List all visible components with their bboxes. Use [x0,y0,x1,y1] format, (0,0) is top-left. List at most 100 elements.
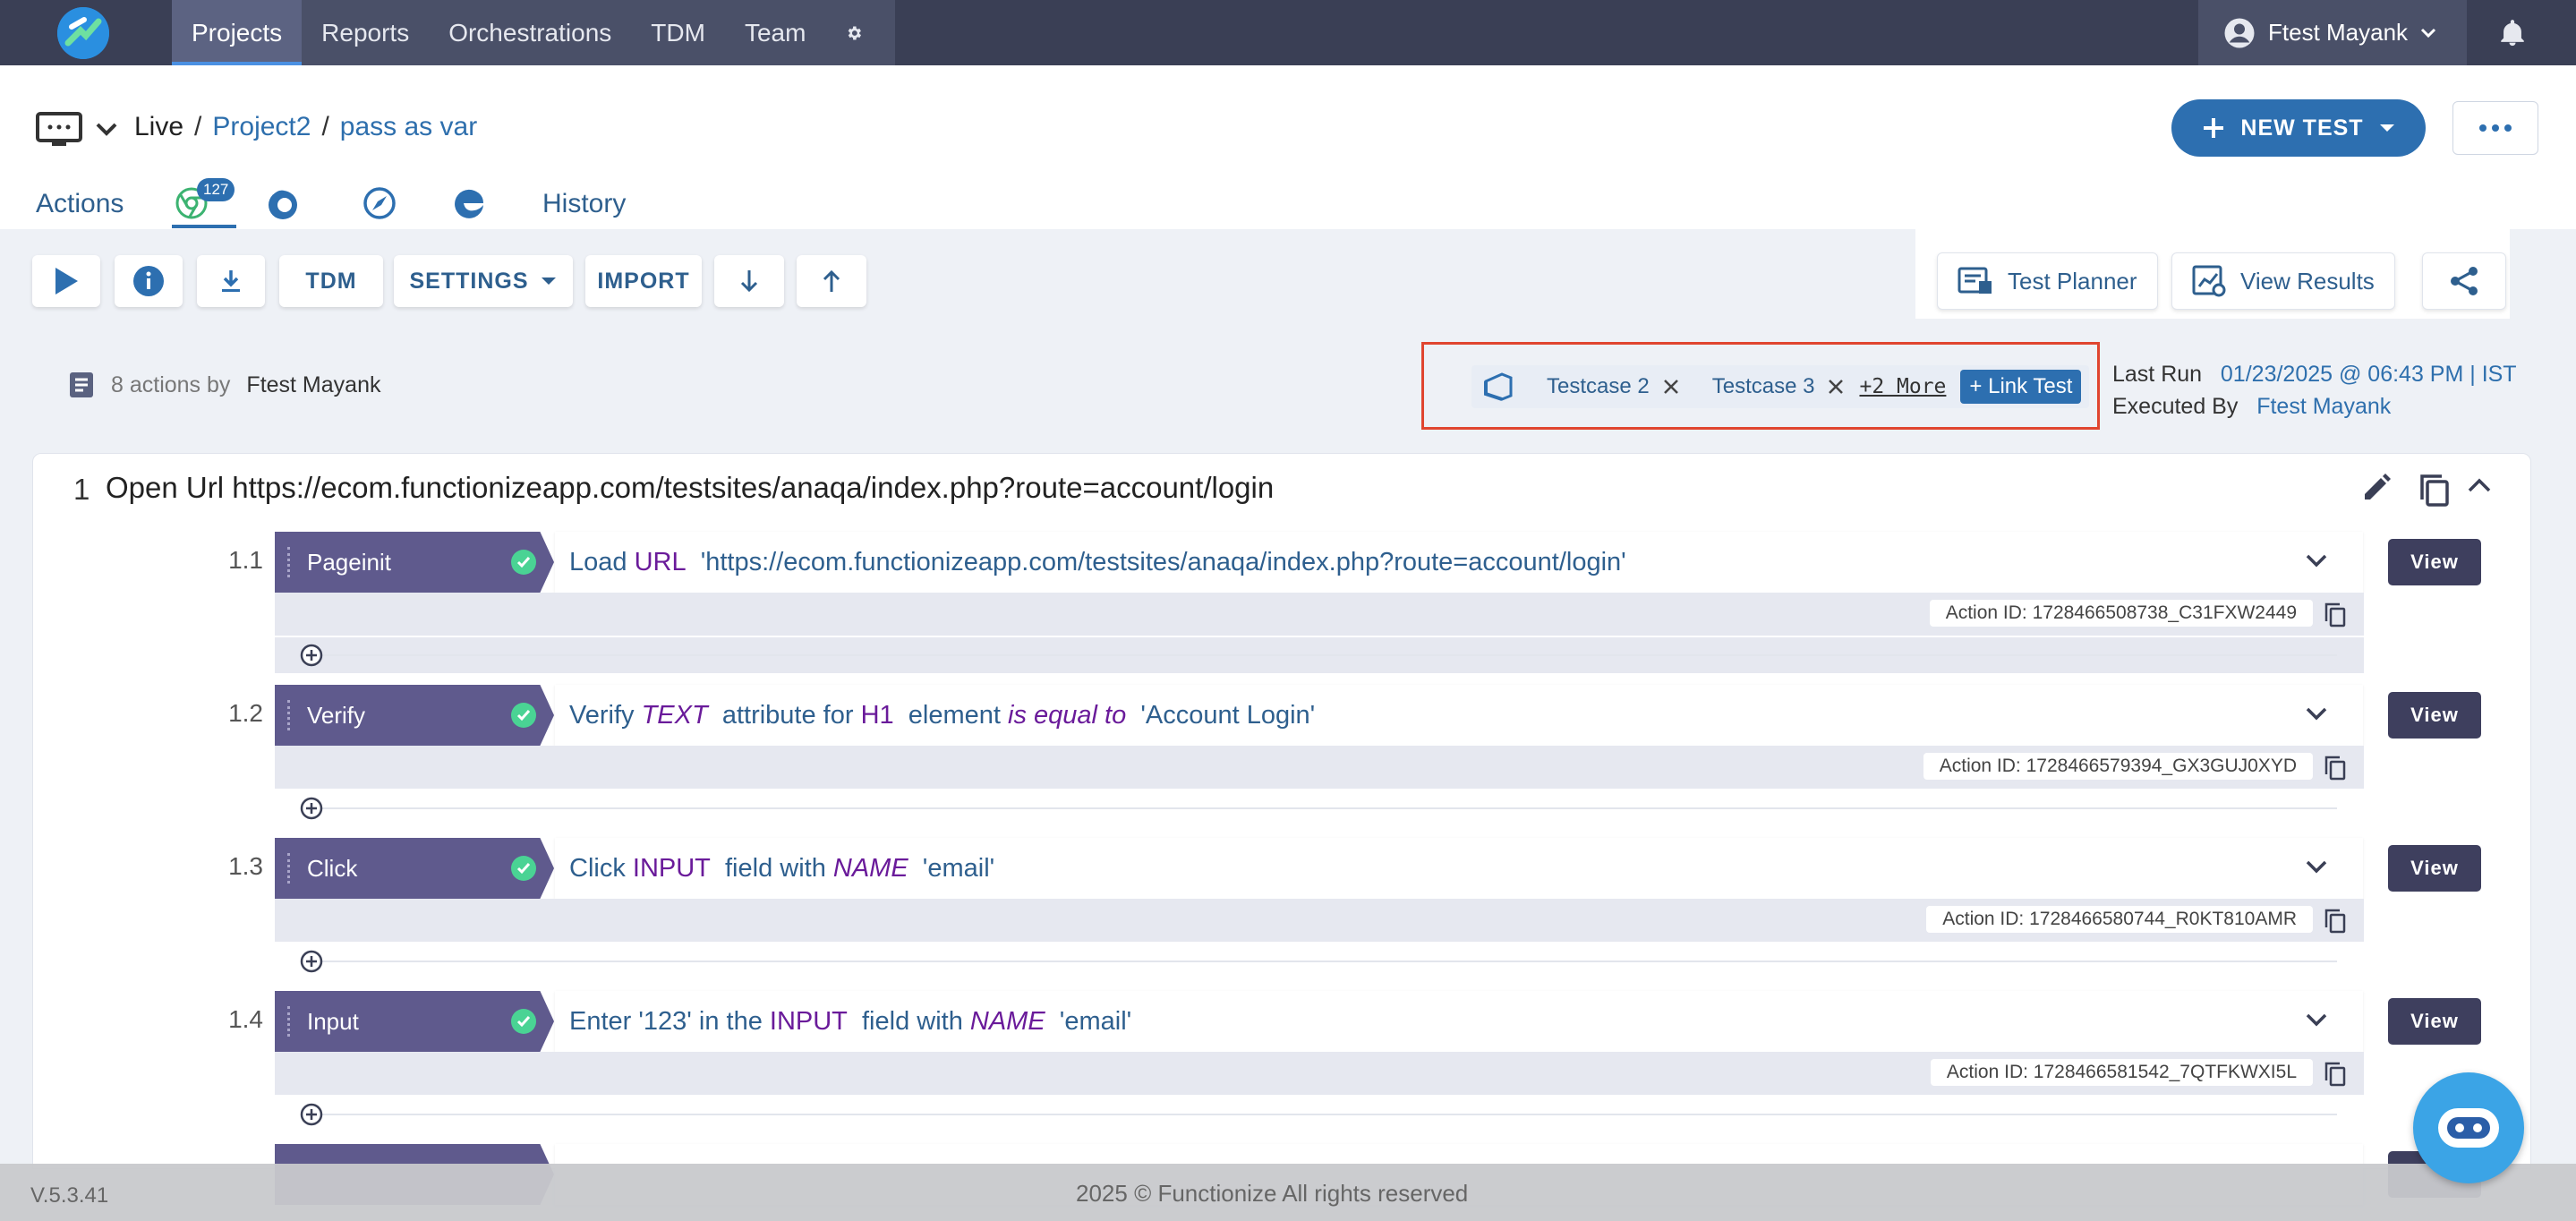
new-test-label: NEW TEST [2240,115,2364,141]
import-button[interactable]: IMPORT [585,255,702,307]
add-circle-icon[interactable] [300,1103,323,1126]
view-results-button[interactable]: View Results [2171,252,2395,310]
action-id: Action ID: 1728466581542_7QTFKWXI5L [1930,1059,2313,1086]
action-type-label: Pageinit [307,548,391,576]
chevron-up-icon[interactable] [2467,476,2492,494]
add-action-row [275,944,2364,979]
last-run-value[interactable]: 01/23/2025 @ 06:43 PM | IST [2221,362,2517,387]
action-description[interactable]: Verify TEXT attribute for H1 element is … [555,685,2363,746]
tab-firefox[interactable] [265,185,301,221]
nav-tdm[interactable]: TDM [631,0,725,65]
copy-icon[interactable] [2324,908,2347,935]
tdm-button[interactable]: TDM [279,255,383,307]
executed-by-row: Executed By Ftest Mayank [2112,390,2517,423]
check-circle-icon [511,856,536,881]
action-type-tag[interactable]: Verify [275,685,554,746]
linked-test-name[interactable]: Testcase 3 [1712,374,1815,399]
nav-reports[interactable]: Reports [302,0,429,65]
gear-icon[interactable] [825,0,883,65]
functionize-logo[interactable] [57,7,109,59]
tab-safari[interactable] [362,185,397,221]
add-circle-icon[interactable] [300,950,323,973]
action-type-tag[interactable]: Input [275,991,554,1052]
chevron-down-icon[interactable] [2304,551,2334,573]
run-button[interactable] [32,255,100,307]
test-header: Live / Project2 / pass as var NEW TEST A… [0,65,2576,229]
drag-handle-icon[interactable] [287,700,293,730]
view-action-button[interactable]: View [2388,539,2481,585]
breadcrumb-separator: / [321,112,329,141]
action-type-tag[interactable]: Pageinit [275,532,554,593]
firefox-icon [269,190,297,219]
top-navbar: Projects Reports Orchestrations TDM Team… [0,0,2576,65]
tab-edge[interactable] [451,185,487,221]
chevron-down-icon[interactable] [2304,1011,2334,1032]
divider [311,961,2337,962]
move-up-button[interactable] [797,255,866,307]
copy-icon[interactable] [2324,755,2347,781]
settings-button[interactable]: SETTINGS [394,255,573,307]
view-action-button[interactable]: View [2388,692,2481,739]
add-circle-icon[interactable] [300,644,323,667]
tab-chrome[interactable]: 127 [172,178,236,228]
breadcrumb-test[interactable]: pass as var [340,112,477,142]
nav-team[interactable]: Team [725,0,825,65]
description-keyword: URL [634,547,687,576]
link-test-button[interactable]: + Link Test [1960,370,2082,404]
download-button[interactable] [197,255,265,307]
share-button[interactable] [2422,252,2506,310]
linked-test-name[interactable]: Testcase 2 [1547,374,1650,399]
copy-icon[interactable] [2324,602,2347,628]
close-icon[interactable] [1662,378,1680,396]
copy-icon[interactable] [2324,1061,2347,1088]
view-action-button[interactable]: View [2388,998,2481,1045]
chat-bot-button[interactable] [2413,1072,2524,1183]
description-text: Click [569,853,633,883]
bell-icon[interactable] [2497,18,2528,48]
move-down-button[interactable] [714,255,784,307]
ellipsis-icon [2479,124,2512,132]
info-button[interactable] [115,255,183,307]
action-type-tag[interactable]: Click [275,838,554,899]
actions-author: Ftest Mayank [246,371,381,397]
chevron-down-icon[interactable] [2304,704,2334,726]
drag-handle-icon[interactable] [287,1006,293,1037]
action-id: Action ID: 1728466579394_GX3GUJ0XYD [1923,753,2313,780]
action-description[interactable]: Enter '123' in the INPUT field with NAME… [555,991,2363,1052]
chevron-down-icon[interactable] [2304,858,2334,879]
edit-icon[interactable] [2361,473,2392,503]
nav-projects[interactable]: Projects [172,0,303,65]
more-options-button[interactable] [2452,101,2538,155]
divider [311,1114,2337,1115]
action-description[interactable]: Click INPUT field with NAME 'email' [555,838,2363,899]
drag-handle-icon[interactable] [287,547,293,577]
breadcrumb-project[interactable]: Project2 [212,112,311,142]
check-circle-icon [511,703,536,728]
description-text: field with [710,853,833,883]
divider [311,654,2337,656]
nav-orchestrations[interactable]: Orchestrations [429,0,631,65]
view-action-button[interactable]: View [2388,845,2481,892]
new-test-button[interactable]: NEW TEST [2171,99,2426,157]
add-circle-icon[interactable] [300,797,323,820]
test-planner-button[interactable]: Test Planner [1937,252,2158,310]
user-name: Ftest Mayank [2268,19,2409,46]
tab-actions[interactable]: Actions [36,189,124,219]
main-nav: Projects Reports Orchestrations TDM Team [172,0,895,65]
description-keyword: INPUT [632,853,711,883]
results-chart-icon [2192,265,2226,297]
tab-history[interactable]: History [542,189,626,219]
action-number: 1.2 [228,699,263,727]
copy-icon[interactable] [2418,473,2451,508]
actions-summary: 8 actions by Ftest Mayank [68,371,380,399]
drag-handle-icon[interactable] [287,853,293,884]
monitor-icon[interactable] [36,112,82,148]
more-linked-tests-link[interactable]: +2 More [1859,375,1946,398]
linked-test-chip: Testcase 2 [1547,374,1680,399]
action-number: 1.4 [228,1005,263,1033]
user-menu[interactable]: Ftest Mayank [2198,0,2467,65]
copyright: 2025 © Functionize All rights reserved [1076,1180,1469,1207]
close-icon[interactable] [1827,378,1845,396]
action-description[interactable]: Load URL 'https://ecom.functionizeapp.co… [555,532,2363,593]
chevron-down-icon[interactable] [95,121,118,139]
